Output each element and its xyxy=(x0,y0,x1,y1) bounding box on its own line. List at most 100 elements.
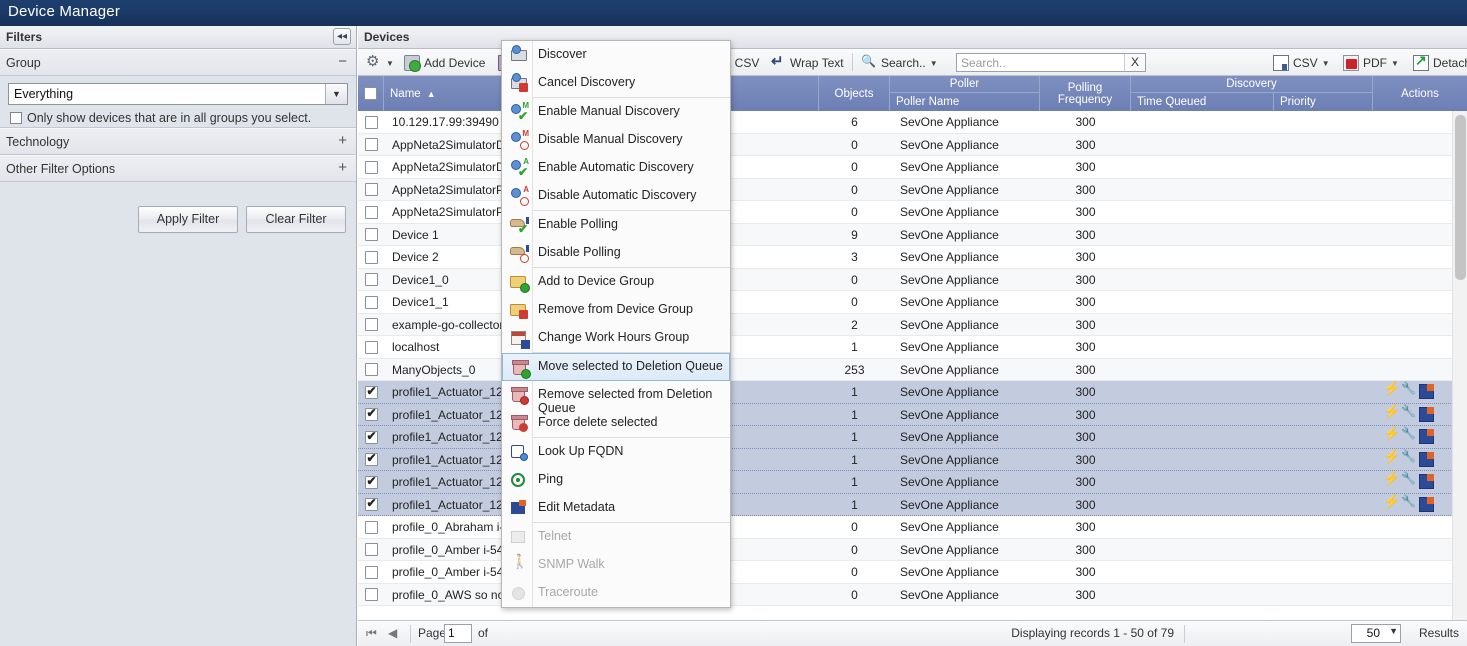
menu-item-ping[interactable]: Ping xyxy=(502,466,730,494)
row-select-cell[interactable] xyxy=(358,539,384,562)
row-checkbox[interactable] xyxy=(364,384,378,399)
collapse-left-icon[interactable]: ◂◂ xyxy=(333,28,351,45)
row-select-cell[interactable] xyxy=(358,404,384,427)
wrench-icon[interactable] xyxy=(1401,426,1416,444)
row-select-cell[interactable] xyxy=(358,246,384,269)
menu-item-change-work-hours-group[interactable]: Change Work Hours Group xyxy=(502,324,730,352)
row-checkbox[interactable] xyxy=(364,115,378,129)
wrench-icon[interactable] xyxy=(1401,449,1416,467)
row-checkbox[interactable] xyxy=(364,474,378,489)
row-checkbox[interactable] xyxy=(364,429,378,444)
prev-page-button[interactable]: ◀ xyxy=(388,626,397,640)
row-checkbox[interactable] xyxy=(364,496,378,512)
group-select[interactable]: Everything ▼ xyxy=(8,83,348,105)
row-checkbox[interactable] xyxy=(364,160,378,174)
row-select-cell[interactable] xyxy=(358,134,384,157)
row-checkbox[interactable] xyxy=(364,363,378,377)
wrench-icon[interactable] xyxy=(1401,404,1416,422)
menu-item-force-delete-selected[interactable]: Force delete selected xyxy=(502,409,730,437)
row-checkbox[interactable] xyxy=(364,588,378,602)
row-checkbox[interactable] xyxy=(364,205,378,219)
menu-item-discover[interactable]: Discover xyxy=(502,41,730,69)
row-select-cell[interactable] xyxy=(358,336,384,359)
row-select-cell[interactable] xyxy=(358,179,384,202)
row-checkbox[interactable] xyxy=(364,138,378,152)
detach-button[interactable]: Detach▼ xyxy=(1413,52,1467,73)
row-select-cell[interactable] xyxy=(358,314,384,337)
menu-item-disable-manual-discovery[interactable]: M Disable Manual Discovery xyxy=(502,126,730,154)
row-checkbox[interactable] xyxy=(364,250,378,264)
menu-item-enable-automatic-discovery[interactable]: A ✔ Enable Automatic Discovery xyxy=(502,154,730,182)
menu-item-cancel-discovery[interactable]: Cancel Discovery xyxy=(502,69,730,97)
column-header-polling-frequency[interactable]: Polling Frequency xyxy=(1040,76,1131,111)
select-all-checkbox[interactable] xyxy=(364,87,377,100)
column-header-priority[interactable]: Priority xyxy=(1274,93,1373,111)
row-select-cell[interactable] xyxy=(358,291,384,314)
row-select-cell[interactable] xyxy=(358,561,384,584)
row-checkbox[interactable] xyxy=(364,543,378,557)
row-select-cell[interactable] xyxy=(358,201,384,224)
quick-action-icon[interactable] xyxy=(1383,403,1400,422)
quick-action-icon[interactable] xyxy=(1383,448,1400,467)
filter-section-group[interactable]: Group − xyxy=(0,49,356,76)
row-select-cell[interactable] xyxy=(358,156,384,179)
pdf-export-button[interactable]: PDF ▼ xyxy=(1343,53,1399,73)
menu-item-edit-metadata[interactable]: Edit Metadata xyxy=(502,494,730,522)
clear-filter-button[interactable]: Clear Filter xyxy=(246,206,346,233)
wrap-text-button[interactable]: Wrap Text xyxy=(770,52,844,73)
quick-action-icon[interactable] xyxy=(1383,380,1400,399)
edit-metadata-icon[interactable] xyxy=(1419,474,1434,489)
row-select-cell[interactable] xyxy=(358,426,384,449)
wrench-icon[interactable] xyxy=(1401,471,1416,489)
page-size-select[interactable]: 50 ▼ xyxy=(1351,624,1401,643)
menu-item-enable-polling[interactable]: ✔ Enable Polling xyxy=(502,211,730,239)
row-select-cell[interactable] xyxy=(358,381,384,404)
row-checkbox[interactable] xyxy=(364,565,378,579)
chevron-down-icon[interactable]: ▼ xyxy=(325,84,347,104)
row-checkbox[interactable] xyxy=(364,451,378,467)
quick-action-icon[interactable] xyxy=(1383,470,1400,489)
row-checkbox[interactable] xyxy=(364,520,378,534)
row-select-cell[interactable] xyxy=(358,449,384,472)
export-csv-button[interactable]: t CSV xyxy=(728,53,759,73)
quick-action-icon[interactable] xyxy=(1383,493,1400,512)
row-select-cell[interactable] xyxy=(358,359,384,382)
row-select-cell[interactable] xyxy=(358,111,384,134)
scrollbar-thumb[interactable] xyxy=(1455,115,1466,280)
column-header-time-queued[interactable]: Time Queued xyxy=(1131,93,1274,111)
minus-icon[interactable]: − xyxy=(338,53,347,70)
column-header-poller-name[interactable]: Poller Name xyxy=(890,93,1040,111)
filter-section-technology[interactable]: Technology + xyxy=(0,128,356,155)
menu-item-enable-manual-discovery[interactable]: M ✔ Enable Manual Discovery xyxy=(502,98,730,126)
chevron-down-icon[interactable]: ▼ xyxy=(1389,626,1398,636)
row-select-cell[interactable] xyxy=(358,224,384,247)
add-device-button[interactable]: Add Device xyxy=(404,53,485,73)
menu-item-remove-from-device-group[interactable]: Remove from Device Group xyxy=(502,296,730,324)
clear-search-button[interactable]: X xyxy=(1124,54,1145,71)
csv-export-button[interactable]: CSV ▼ xyxy=(1273,53,1330,73)
select-all-header[interactable] xyxy=(358,76,384,111)
page-number-input[interactable]: 1 xyxy=(444,624,472,643)
row-checkbox[interactable] xyxy=(364,295,378,309)
edit-metadata-icon[interactable] xyxy=(1419,384,1434,399)
row-select-cell[interactable] xyxy=(358,471,384,494)
row-checkbox[interactable] xyxy=(364,406,378,422)
apply-filter-button[interactable]: Apply Filter xyxy=(138,206,238,233)
row-select-cell[interactable] xyxy=(358,269,384,292)
row-checkbox[interactable] xyxy=(364,228,378,242)
row-checkbox[interactable] xyxy=(364,183,378,197)
search-input[interactable]: Search.. X xyxy=(956,53,1146,72)
menu-item-move-selected-to-deletion-queue[interactable]: Move selected to Deletion Queue xyxy=(502,353,730,381)
column-header-objects[interactable]: Objects xyxy=(819,76,890,111)
menu-item-look-up-fqdn[interactable]: Look Up FQDN xyxy=(502,438,730,466)
checkbox-box[interactable] xyxy=(10,112,22,124)
row-select-cell[interactable] xyxy=(358,516,384,539)
menu-item-disable-polling[interactable]: Disable Polling xyxy=(502,239,730,267)
edit-metadata-icon[interactable] xyxy=(1419,496,1434,512)
row-checkbox[interactable] xyxy=(364,340,378,354)
vertical-scrollbar[interactable] xyxy=(1452,111,1467,624)
first-page-button[interactable]: ⏮ xyxy=(366,626,377,641)
menu-item-remove-selected-from-deletion-queue[interactable]: Remove selected from Deletion Queue xyxy=(502,381,730,415)
row-select-cell[interactable] xyxy=(358,494,384,517)
filter-section-other[interactable]: Other Filter Options + xyxy=(0,155,356,182)
